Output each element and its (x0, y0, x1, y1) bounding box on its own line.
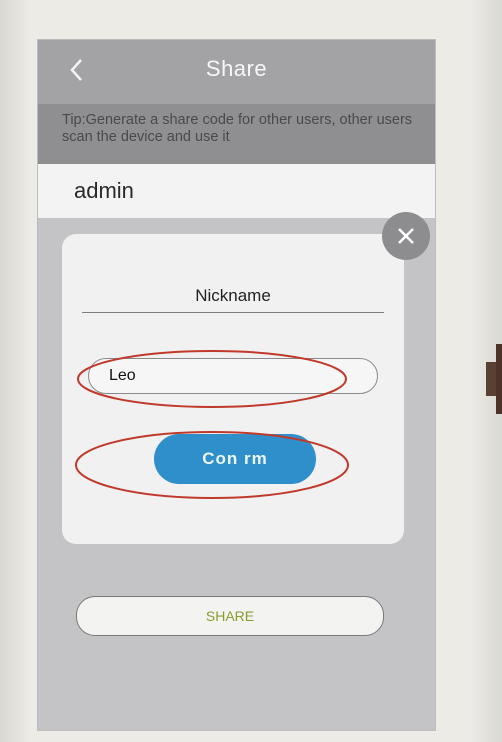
admin-username: admin (74, 178, 134, 203)
page-title: Share (205, 56, 268, 81)
nickname-label: Nickname (195, 286, 271, 305)
close-icon (398, 228, 414, 244)
confirm-button[interactable]: Con rm (154, 434, 316, 484)
nickname-dialog: Nickname Con rm (62, 234, 404, 544)
app-header: Share (38, 40, 435, 104)
nickname-input[interactable] (88, 358, 378, 394)
phone-screen: Share Tip:Generate a share code for othe… (38, 40, 435, 730)
share-button-label: SHARE (205, 608, 255, 624)
admin-username-row: admin (38, 164, 435, 218)
arrow-right-icon (486, 344, 502, 414)
tip-banner: Tip:Generate a share code for other user… (38, 104, 435, 164)
close-dialog-button[interactable] (382, 212, 430, 260)
dialog-divider (82, 312, 384, 313)
share-button[interactable]: SHARE (76, 596, 384, 636)
